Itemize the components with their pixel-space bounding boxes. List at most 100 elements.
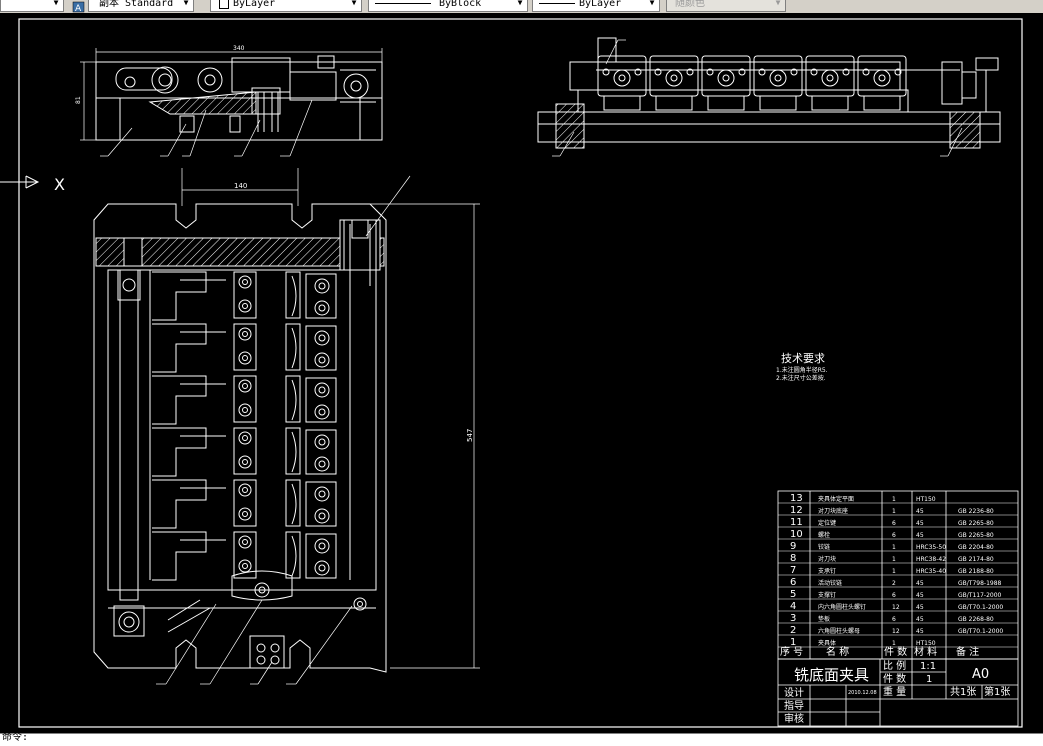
bom-row: 6 活动铰链 2 45 GB/T798-1988 (778, 577, 1018, 588)
bom-cell-no: 7 (790, 565, 796, 576)
bom-header-note: 备 注 (956, 645, 979, 658)
bom-cell-qty: 1 (892, 568, 896, 575)
bom-cell-name: 螺栓 (818, 531, 830, 539)
bom-cell-qty: 2 (892, 580, 896, 587)
bom-row: 7 支承钉 1 HRC35-40 GB 2188-80 (778, 565, 1018, 576)
bom-cell-qty: 1 (892, 496, 896, 503)
lineweight-preview-icon (539, 3, 575, 4)
lineweight-dropdown[interactable]: ByLayer ▼ (532, 0, 660, 12)
bom-cell-mat: 45 (916, 592, 924, 599)
tech-req-line2: 2.未注尺寸公差按. (776, 374, 826, 382)
front-unit (701, 55, 751, 111)
bom-cell-no: 3 (790, 613, 796, 624)
drawing-canvas[interactable]: X 340 81 140 547 技术要求 1.未注圆角半径R5. 2.未注尺寸… (0, 13, 1043, 733)
front-unit (753, 55, 803, 111)
total-sheets: 共1张 (950, 686, 976, 698)
bom-header-mat: 材 料 (914, 645, 937, 658)
bom-cell-qty: 6 (892, 616, 896, 623)
front-view (537, 37, 1001, 149)
bom-cell-std: GB 2265-80 (958, 532, 994, 539)
prev-dropdown-tail[interactable]: ▼ (0, 0, 64, 12)
bom-cell-std: GB 2174-80 (958, 556, 994, 563)
bom-cell-name: 支撑钉 (818, 591, 836, 599)
front-unit (597, 55, 647, 111)
bom-cell-mat: HT150 (916, 496, 936, 503)
bom-cell-name: 铰链 (818, 543, 830, 551)
scale-label: 比 例 (883, 659, 906, 672)
bom-cell-std: GB 2268-80 (958, 616, 994, 623)
bom-cell-mat: 45 (916, 604, 924, 611)
drawing-border (18, 18, 1023, 728)
clamp-units (152, 271, 337, 581)
bom-cell-mat: 45 (916, 616, 924, 623)
color-swatch-icon (219, 0, 229, 9)
bom-cell-mat: 45 (916, 520, 924, 527)
chevron-down-icon: ▼ (183, 0, 189, 7)
bom-cell-qty: 12 (892, 604, 900, 611)
layer-dropdown[interactable]: ByLayer ▼ (210, 0, 362, 12)
bom-cell-mat: 45 (916, 580, 924, 587)
bom-cell-qty: 6 (892, 592, 896, 599)
bom-cell-qty: 12 (892, 628, 900, 635)
dim-width: 340 (233, 45, 245, 52)
front-view-units (597, 55, 907, 111)
bom-header-name: 名 称 (826, 645, 849, 658)
bom-header-no: 序 号 (780, 645, 803, 658)
bom-row: 10 螺栓 6 45 GB 2265-80 (778, 529, 1018, 540)
bom-cell-mat: HRC38-42 (916, 556, 946, 563)
bom-cell-name: 定位键 (818, 519, 836, 527)
bom-cell-mat: HT150 (916, 640, 936, 647)
bom-cell-no: 12 (790, 505, 803, 516)
bom-cell-name: 对刀块 (818, 555, 836, 563)
front-unit (805, 55, 855, 111)
layer-value: ByLayer (233, 0, 276, 9)
chevron-down-icon: ▼ (53, 0, 59, 7)
bom-cell-qty: 1 (892, 640, 896, 647)
bom-cell-name: 六角圆柱头螺母 (818, 627, 860, 635)
bom-cell-no: 2 (790, 625, 796, 636)
side-view (95, 55, 383, 141)
plan-view (93, 203, 387, 673)
chevron-down-icon: ▼ (517, 0, 523, 7)
bom-cell-no: 11 (790, 517, 803, 528)
linetype-preview-icon (375, 3, 431, 4)
bom-row: 4 内六角圆柱头螺钉 12 45 GB/T70.1-2000 (778, 601, 1018, 612)
bom-cell-mat: 45 (916, 508, 924, 515)
text-style-dropdown[interactable]: 副本 Standard ▼ (88, 0, 194, 12)
bom-row: 2 六角圆柱头螺母 12 45 GB/T70.1-2000 (778, 625, 1018, 636)
bom-row: 12 对刀块底座 1 45 GB 2236-80 (778, 505, 1018, 516)
chevron-down-icon: ▼ (775, 0, 781, 7)
command-line[interactable]: 命令: (0, 732, 1043, 746)
title-block-title: 铣底面夹具 (794, 666, 869, 684)
bom-cell-mat: 45 (916, 628, 924, 635)
front-unit (857, 55, 907, 111)
dim-height: 81 (75, 96, 82, 104)
bom-cell-no: 6 (790, 577, 796, 588)
properties-toolbar: ▼ A 副本 Standard ▼ ByLayer ▼ ByBlock ▼ By… (0, 0, 1043, 14)
bom-cell-std: GB 2265-80 (958, 520, 994, 527)
linetype-dropdown[interactable]: ByBlock ▼ (368, 0, 528, 12)
clamp-unit (152, 479, 337, 529)
bom-row: 11 定位键 6 45 GB 2265-80 (778, 517, 1018, 528)
plot-style-value: 随颜色 (675, 0, 705, 9)
bom-cell-name: 对刀块底座 (818, 507, 848, 515)
chevron-down-icon: ▼ (351, 0, 357, 7)
count-value: 1 (926, 674, 932, 685)
lineweight-value: ByLayer (579, 0, 622, 9)
text-style-value: 副本 Standard (99, 0, 174, 9)
bom-cell-qty: 6 (892, 520, 896, 527)
bom-cell-no: 5 (790, 589, 796, 600)
dim-slot-spacing: 140 (234, 182, 247, 190)
bom-header-qty: 件 数 (884, 645, 907, 658)
bom-cell-name: 垫板 (818, 615, 830, 623)
text-style-icon[interactable]: A (72, 0, 86, 14)
bom-cell-mat: HRC35-40 (916, 568, 946, 575)
command-prompt: 命令: (2, 732, 29, 743)
bom-cell-std: GB/T70.1-2000 (958, 628, 1003, 635)
bom-cell-no: 9 (790, 541, 796, 552)
bom-cell-qty: 1 (892, 556, 896, 563)
bom-cell-qty: 6 (892, 532, 896, 539)
bom-cell-name: 夹具体 (818, 639, 836, 647)
designer-label: 设计 (784, 686, 804, 699)
clamp-unit (152, 323, 337, 373)
